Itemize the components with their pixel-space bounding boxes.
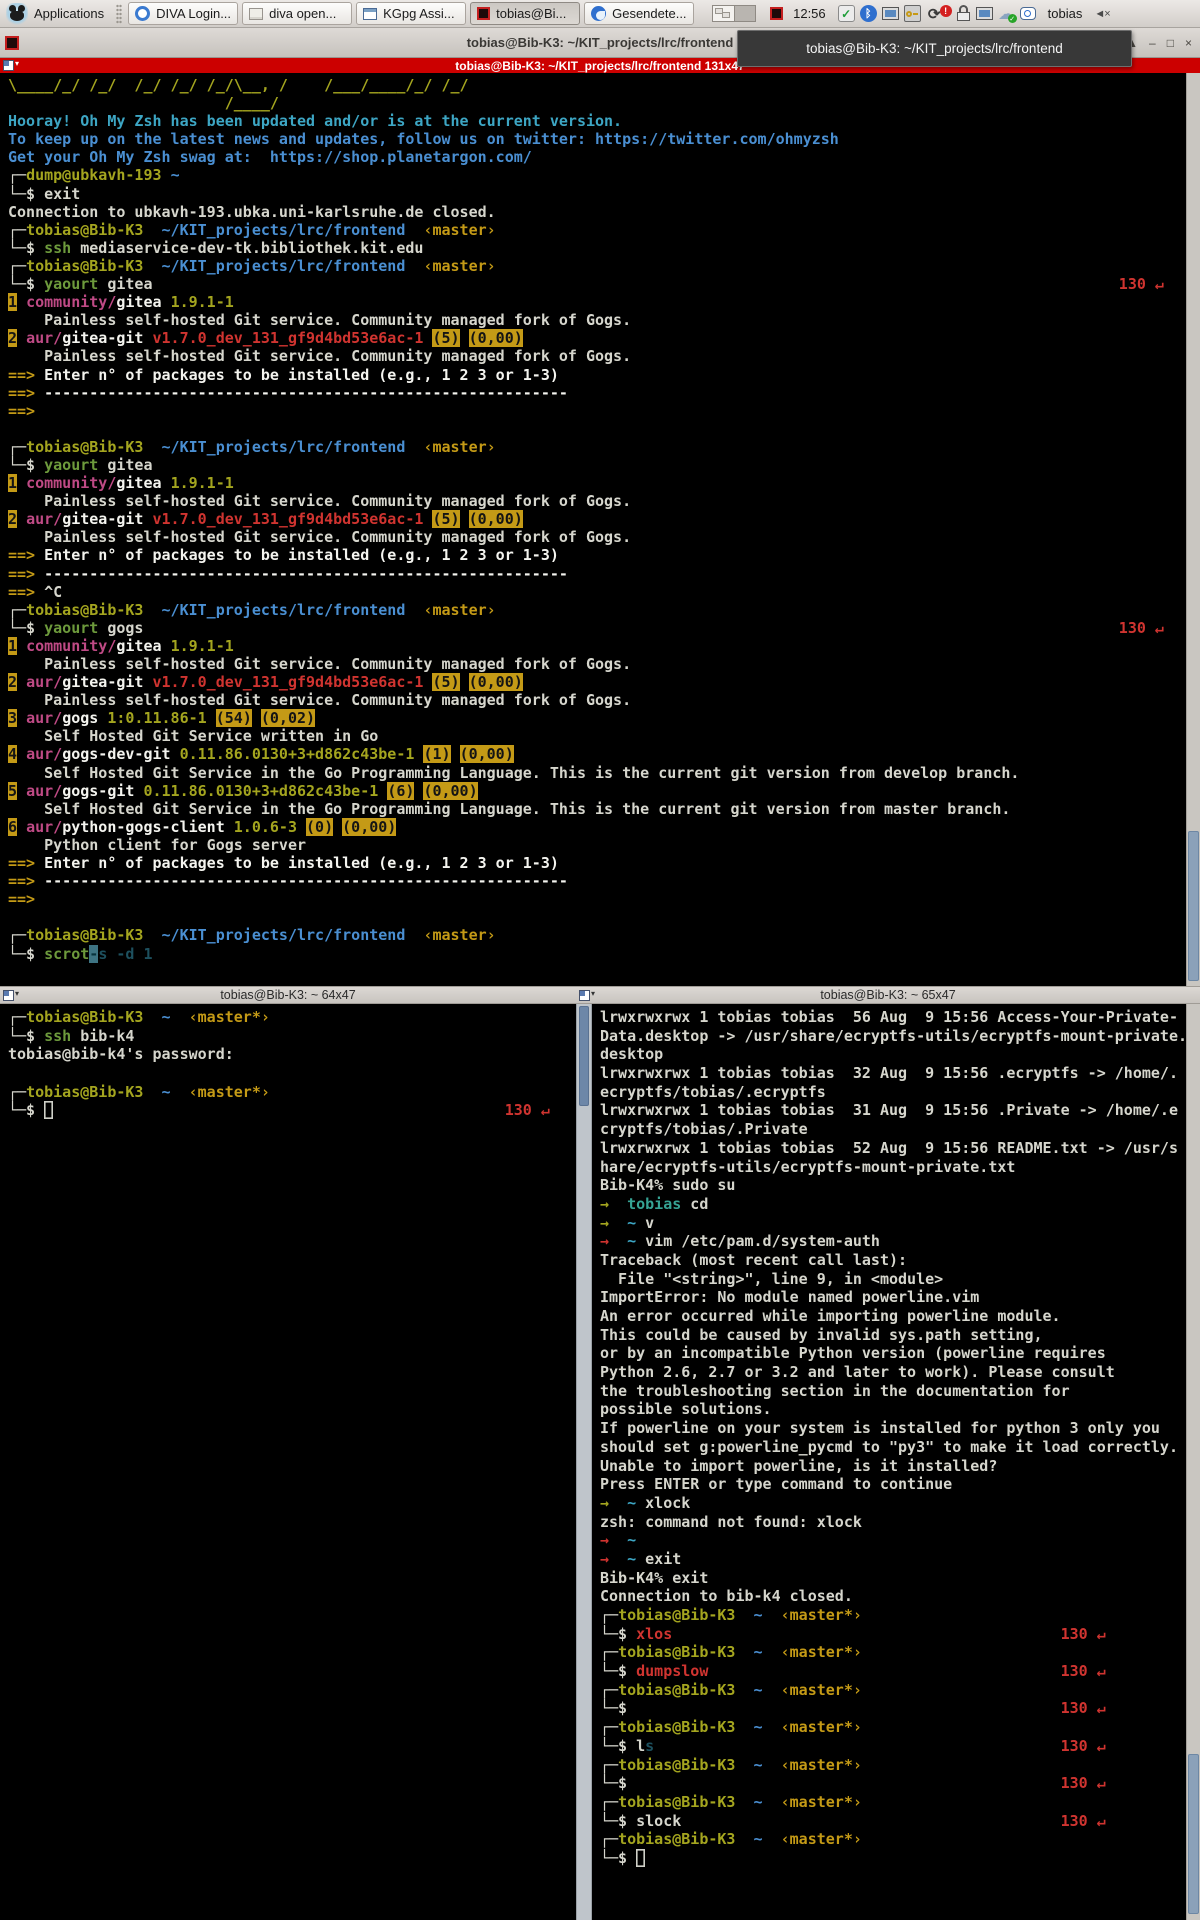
display-settings-icon[interactable] (882, 7, 899, 20)
vpn-status-icon[interactable]: ✓ (838, 5, 855, 22)
remote-display-icon[interactable] (976, 7, 993, 20)
pane-divider[interactable] (576, 1004, 592, 1920)
system-tray: ✓ ᛒ ⟳ ! ☁✓ (838, 5, 1036, 22)
taskbar-button-diva-login[interactable]: DIVA Login... (128, 2, 238, 25)
taskbar-button-label: DIVA Login... (156, 6, 231, 21)
right-pane-title: tobias@Bib-K3: ~ 65x47 (576, 988, 1200, 1002)
terminal-icon (477, 7, 490, 20)
session-user-label: tobias (1048, 6, 1083, 21)
taskbar-button-diva-open[interactable]: diva open... (242, 2, 352, 25)
terminal-pane-top[interactable]: \____/_/ /_/ /_/ /_/ /_/\__, / /___/____… (0, 73, 1186, 986)
taskbar-tooltip: tobias@Bib-K3: ~/KIT_projects/lrc/fronte… (737, 30, 1132, 67)
left-pane-scrollbar-thumb[interactable] (579, 1006, 589, 1106)
thunderbird-icon (591, 6, 606, 21)
top-pane-scrollbar[interactable] (1186, 73, 1200, 986)
document-icon (249, 8, 263, 20)
workspace-1[interactable] (713, 6, 734, 21)
lock-icon[interactable] (957, 5, 971, 22)
terminal-pane-right[interactable]: lrwxrwxrwx 1 tobias tobias 56 Aug 9 15:5… (592, 1004, 1186, 1920)
taskbar-button-kgpg[interactable]: KGpg Assi... (356, 2, 466, 25)
pane-grid-icon[interactable] (3, 990, 14, 1001)
keyring-icon[interactable] (904, 5, 921, 22)
bluetooth-icon[interactable]: ᛒ (860, 5, 877, 22)
left-pane-titlebar[interactable]: tobias@Bib-K3: ~ 64x47 (0, 986, 576, 1004)
messenger-icon[interactable] (1020, 7, 1036, 20)
taskbar-button-label: tobias@Bi... (496, 6, 566, 21)
taskbar-button-terminal[interactable]: tobias@Bi... (470, 2, 580, 25)
scrollbar-thumb[interactable] (1188, 1754, 1199, 1914)
xfce-logo-icon (6, 3, 28, 25)
taskbar-button-thunderbird[interactable]: Gesendete... (584, 2, 694, 25)
minimize-button[interactable]: – (1149, 36, 1156, 50)
taskbar-button-label: KGpg Assi... (383, 6, 455, 21)
diva-login-icon (135, 6, 150, 21)
notification-terminal-icon[interactable] (770, 7, 783, 20)
panel-separator (116, 4, 122, 24)
close-button[interactable]: × (1185, 36, 1192, 50)
taskbar-button-label: diva open... (269, 6, 336, 21)
taskbar-button-label: Gesendete... (612, 6, 686, 21)
applications-menu-label: Applications (34, 6, 104, 21)
sync-alert-icon[interactable]: ! (940, 5, 952, 17)
left-pane-title: tobias@Bib-K3: ~ 64x47 (0, 988, 576, 1002)
pane-grid-icon[interactable] (3, 60, 14, 71)
workspace-pager[interactable] (712, 5, 756, 22)
workspace-2[interactable] (734, 6, 755, 21)
desktop-panel: Applications DIVA Login... diva open... … (0, 0, 1200, 28)
cloud-sync-icon[interactable]: ☁✓ (998, 5, 1015, 22)
applications-menu-button[interactable]: Applications (4, 2, 110, 26)
right-pane-scrollbar[interactable] (1186, 1004, 1200, 1920)
panel-clock: 12:56 (793, 6, 826, 21)
kgpg-window-icon (363, 8, 377, 20)
scrollbar-thumb[interactable] (1188, 831, 1199, 981)
right-pane-titlebar[interactable]: tobias@Bib-K3: ~ 65x47 (576, 986, 1200, 1004)
terminal-pane-left[interactable]: ┌─tobias@Bib-K3 ~ ‹master*›└─$ ssh bib-k… (0, 1004, 576, 1920)
maximize-button[interactable]: □ (1167, 36, 1174, 50)
volume-muted-icon[interactable]: ◄× (1094, 8, 1109, 20)
pane-grid-icon[interactable] (579, 990, 590, 1001)
